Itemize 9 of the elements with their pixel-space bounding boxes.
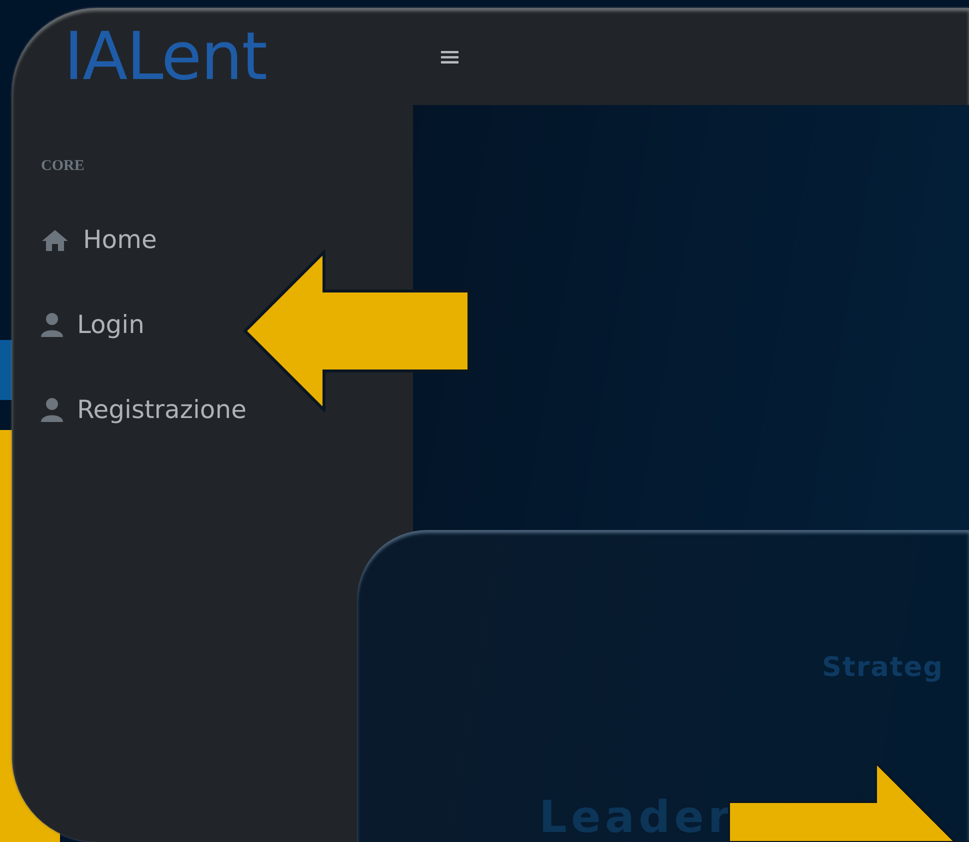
sidebar-item[interactable]: Registrazione bbox=[41, 368, 246, 452]
menu-toggle-button[interactable]: ≡ bbox=[432, 42, 468, 70]
user-icon bbox=[41, 397, 63, 423]
sidebar-heading: CORE bbox=[41, 157, 86, 176]
home-icon bbox=[41, 228, 69, 252]
sidebar-item[interactable]: Login bbox=[41, 282, 144, 368]
user-icon bbox=[41, 312, 63, 338]
logo: IALent bbox=[64, 24, 268, 90]
sidebar-item[interactable]: Home bbox=[41, 198, 157, 282]
